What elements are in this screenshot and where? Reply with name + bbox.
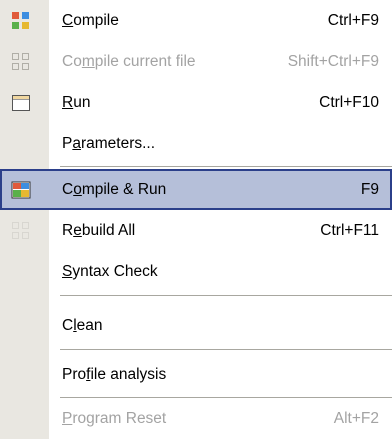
menu-separator	[60, 349, 392, 351]
menu-item-compile-current-file: Compile current file Shift+Ctrl+F9	[0, 41, 392, 82]
menu-item-shortcut: F9	[360, 181, 379, 198]
menu-separator	[60, 295, 392, 297]
menu-item-parameters[interactable]: Parameters...	[0, 123, 392, 164]
menu-item-compile-and-run[interactable]: Compile & Run F9	[0, 169, 392, 210]
menu-item-rebuild-all[interactable]: Rebuild All Ctrl+F11	[0, 210, 392, 251]
execute-menu: Compile Ctrl+F9 Compile current file Shi…	[0, 0, 392, 439]
menu-item-shortcut: Ctrl+F10	[319, 94, 379, 111]
run-window-icon	[11, 93, 31, 113]
menu-item-label: Syntax Check	[62, 263, 158, 280]
compile-icon	[11, 11, 31, 31]
menu-item-compile[interactable]: Compile Ctrl+F9	[0, 0, 392, 41]
menu-item-label: Compile current file	[62, 53, 196, 70]
compile-current-file-icon	[11, 52, 31, 72]
menu-separator	[60, 166, 392, 168]
menu-item-label: Rebuild All	[62, 222, 136, 239]
menu-item-label: Profile analysis	[62, 366, 167, 383]
menu-item-label: Parameters...	[62, 135, 156, 152]
menu-item-shortcut: Ctrl+F9	[327, 12, 379, 29]
menu-item-profile-analysis[interactable]: Profile analysis	[0, 354, 392, 395]
menu-item-label: Clean	[62, 317, 103, 334]
compile-run-icon	[11, 180, 31, 200]
menu-item-shortcut: Ctrl+F11	[320, 222, 379, 239]
menu-item-label: Compile	[62, 12, 119, 29]
menu-item-shortcut: Shift+Ctrl+F9	[287, 53, 379, 70]
menu-item-shortcut: Alt+F2	[333, 410, 379, 427]
menu-item-label: Compile & Run	[62, 181, 167, 198]
menu-item-label: Run	[62, 94, 91, 111]
menu-item-label: Program Reset	[62, 410, 167, 427]
menu-item-clean[interactable]: Clean	[0, 305, 392, 346]
menu-item-run[interactable]: Run Ctrl+F10	[0, 82, 392, 123]
rebuild-all-icon	[11, 221, 31, 241]
menu-item-syntax-check[interactable]: Syntax Check	[0, 251, 392, 292]
menu-item-program-reset: Program Reset Alt+F2	[0, 398, 392, 439]
